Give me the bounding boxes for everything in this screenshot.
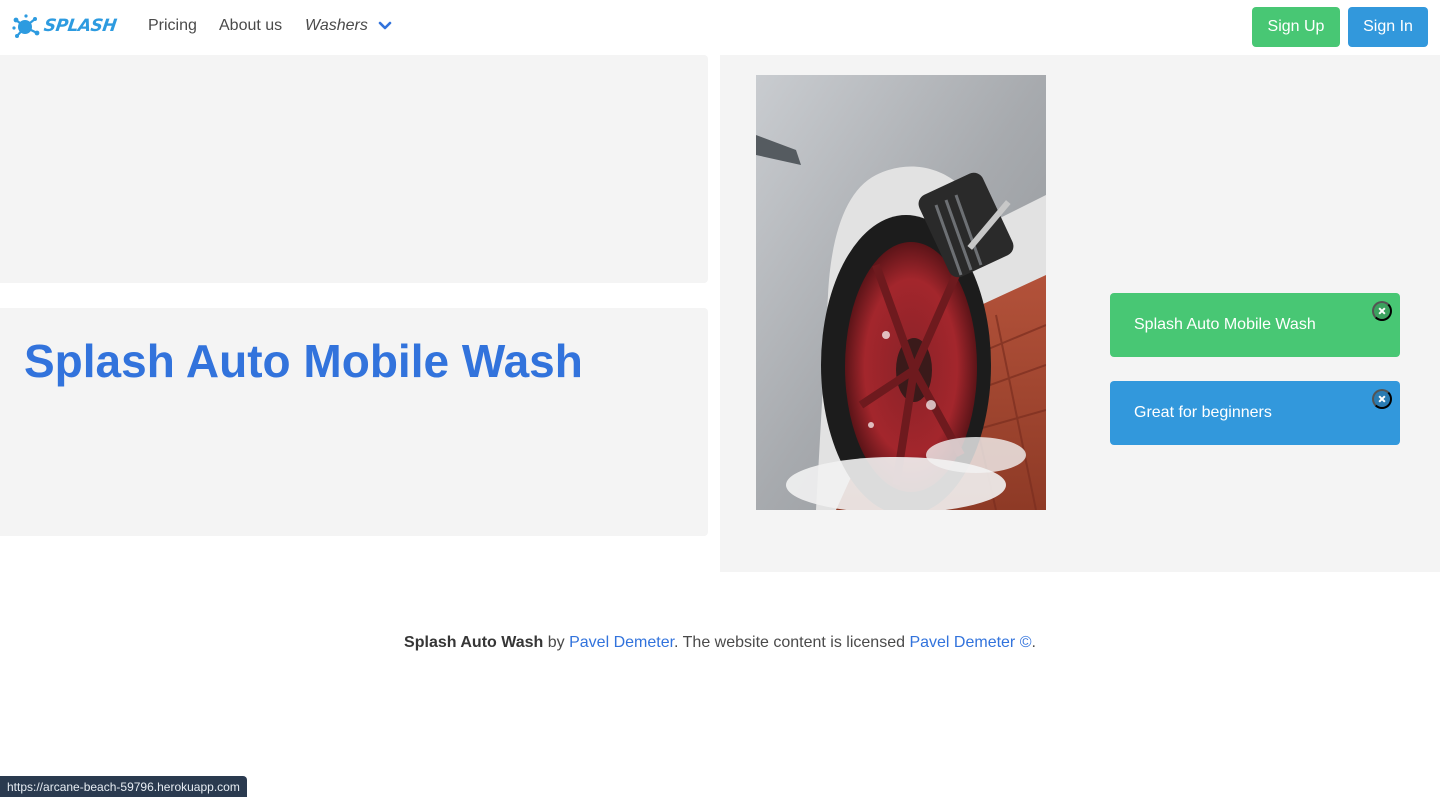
title-box: Splash Auto Mobile Wash xyxy=(0,308,708,536)
status-bar-url: https://arcane-beach-59796.herokuapp.com xyxy=(0,776,247,797)
notification-text: Great for beginners xyxy=(1134,404,1272,421)
navbar: SPLASH Pricing About us Washers Sign Up … xyxy=(0,0,1440,55)
nav-about-link[interactable]: About us xyxy=(219,17,282,35)
close-icon[interactable] xyxy=(1372,301,1392,321)
close-icon[interactable] xyxy=(1372,389,1392,409)
footer-text: Splash Auto Wash by Pavel Demeter. The w… xyxy=(0,634,1440,652)
empty-box xyxy=(0,55,708,283)
footer-by: by xyxy=(543,634,570,651)
logo-text: SPLASH xyxy=(42,16,118,36)
license-link[interactable]: Pavel Demeter © xyxy=(909,634,1031,651)
footer-brand: Splash Auto Wash xyxy=(404,634,544,651)
author-link[interactable]: Pavel Demeter xyxy=(569,634,674,651)
notification-text: Splash Auto Mobile Wash xyxy=(1134,316,1316,333)
splash-icon xyxy=(12,14,40,38)
notification-splash: Splash Auto Mobile Wash xyxy=(1110,293,1400,357)
sign-up-button[interactable]: Sign Up xyxy=(1252,7,1340,47)
chevron-down-icon xyxy=(378,21,392,30)
hero-title: Splash Auto Mobile Wash xyxy=(24,335,583,387)
nav-washers-label: Washers xyxy=(305,17,368,34)
footer-license-text: . The website content is licensed xyxy=(674,634,910,651)
hero-left-column: Splash Auto Mobile Wash xyxy=(0,55,720,548)
nav-pricing-link[interactable]: Pricing xyxy=(148,17,197,35)
car-wash-image xyxy=(756,75,1046,510)
sign-in-button[interactable]: Sign In xyxy=(1348,7,1428,47)
hero-right-column: Splash Auto Mobile Wash Great for beginn… xyxy=(720,55,1440,572)
nav-washers-dropdown[interactable]: Washers xyxy=(305,17,392,35)
footer: Splash Auto Wash by Pavel Demeter. The w… xyxy=(0,572,1440,797)
logo[interactable]: SPLASH xyxy=(11,12,125,42)
footer-end: . xyxy=(1031,634,1036,651)
notification-beginners: Great for beginners xyxy=(1110,381,1400,445)
